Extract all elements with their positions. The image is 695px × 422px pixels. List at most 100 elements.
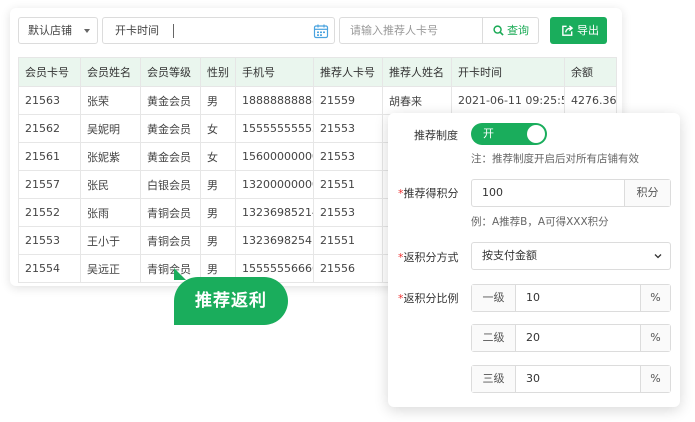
cell-phone: 18888888888 (235, 86, 314, 115)
search-button-label: 查询 (507, 24, 529, 37)
header-gender[interactable]: 性别 (200, 57, 236, 87)
header-referrer-name[interactable]: 推荐人姓名 (382, 57, 452, 87)
store-select[interactable]: 默认店铺 (18, 17, 98, 44)
header-open-time[interactable]: 开卡时间 (451, 57, 565, 87)
cell-phone: 15555555555 (235, 114, 314, 143)
cell-referrer-card: 21553 (313, 142, 383, 171)
level-3-name: 三级 (472, 366, 516, 392)
referral-note: 注：推荐制度开启后对所有店铺有效 (471, 153, 639, 165)
level-3-unit: % (640, 366, 670, 392)
header-balance[interactable]: 余额 (564, 57, 617, 87)
cell-referrer-card: 21553 (313, 198, 383, 227)
method-select[interactable]: 按支付金额 (471, 242, 671, 270)
method-label: *返积分方式 (398, 251, 459, 264)
cell-phone: 13236982541 (235, 226, 314, 255)
export-button[interactable]: 导出 (550, 17, 607, 44)
level-3-value: 30 (526, 372, 540, 385)
referral-settings-panel: 推荐制度 开 注：推荐制度开启后对所有店铺有效 *推荐得积分 100 积分 例：… (388, 113, 680, 407)
points-label: *推荐得积分 (398, 187, 459, 200)
referral-label: 推荐制度 (414, 129, 458, 142)
method-value: 按支付金额 (482, 249, 537, 262)
points-example: 例：A推荐B，A可得XXX积分 (471, 216, 609, 228)
level-2-value: 20 (526, 331, 540, 344)
cell-gender: 男 (200, 86, 236, 115)
open-date-label: 开卡时间 (115, 24, 159, 37)
cell-card-no: 21552 (18, 198, 81, 227)
points-value: 100 (482, 186, 503, 199)
cell-referrer-card: 21559 (313, 86, 383, 115)
cell-member-level: 黄金会员 (140, 86, 201, 115)
header-card-no[interactable]: 会员卡号 (18, 57, 81, 87)
cell-member-level: 青铜会员 (140, 226, 201, 255)
level-2-unit: % (640, 325, 670, 351)
search-icon (493, 25, 504, 36)
cell-phone: 13236985214 (235, 198, 314, 227)
cell-phone: 15600000000 (235, 142, 314, 171)
cell-open-time: 2021-06-11 09:25:50 (451, 86, 565, 115)
cell-member-name: 王小于 (80, 226, 141, 255)
cell-referrer-name: 胡春来 (382, 86, 452, 115)
cell-member-name: 张荣 (80, 86, 141, 115)
chevron-down-icon (654, 254, 662, 259)
cell-referrer-card: 21551 (313, 226, 383, 255)
cell-gender: 女 (200, 114, 236, 143)
cell-gender: 男 (200, 226, 236, 255)
points-input[interactable]: 100 积分 (471, 179, 671, 207)
cell-member-name: 张民 (80, 170, 141, 199)
cell-member-level: 白银会员 (140, 170, 201, 199)
cell-member-name: 张雨 (80, 198, 141, 227)
cell-card-no: 21563 (18, 86, 81, 115)
cell-member-level: 黄金会员 (140, 114, 201, 143)
cell-member-level: 黄金会员 (140, 142, 201, 171)
header-member-name[interactable]: 会员姓名 (80, 57, 141, 87)
referral-rebate-badge: 推荐返利 (174, 277, 288, 325)
level-2-input[interactable]: 二级 20 % (471, 324, 671, 352)
cell-referrer-card: 21553 (313, 114, 383, 143)
ratio-label: *返积分比例 (398, 292, 459, 305)
cell-card-no: 21554 (18, 254, 81, 283)
cell-card-no: 21562 (18, 114, 81, 143)
level-1-name: 一级 (472, 285, 516, 311)
header-phone[interactable]: 手机号 (235, 57, 314, 87)
level-2-name: 二级 (472, 325, 516, 351)
header-referrer-card[interactable]: 推荐人卡号 (313, 57, 383, 87)
cell-referrer-card: 21551 (313, 170, 383, 199)
open-date-range-input[interactable]: 开卡时间 (102, 17, 335, 44)
method-label-text: 返积分方式 (403, 251, 459, 264)
referrer-card-input[interactable] (340, 18, 482, 43)
cell-card-no: 21557 (18, 170, 81, 199)
toggle-text: 开 (483, 127, 494, 140)
cell-gender: 男 (200, 198, 236, 227)
cell-balance: 4276.36 (564, 86, 617, 115)
level-1-unit: % (640, 285, 670, 311)
cell-card-no: 21553 (18, 226, 81, 255)
export-icon (562, 25, 574, 36)
cell-member-name: 吴妮明 (80, 114, 141, 143)
export-button-label: 导出 (577, 24, 599, 37)
store-select-value: 默认店铺 (28, 24, 72, 37)
text-cursor (173, 24, 174, 38)
cell-gender: 女 (200, 142, 236, 171)
points-unit: 积分 (624, 180, 670, 206)
level-1-input[interactable]: 一级 10 % (471, 284, 671, 312)
badge-tail (174, 268, 186, 280)
cell-member-name: 吴远正 (80, 254, 141, 283)
referrer-search-box: 查询 (339, 17, 539, 44)
cell-gender: 男 (200, 170, 236, 199)
cell-referrer-card: 21556 (313, 254, 383, 283)
level-1-value: 10 (526, 291, 540, 304)
table-row[interactable]: 21563 张荣 黄金会员 男 18888888888 21559 胡春来 20… (18, 86, 617, 115)
calendar-icon[interactable] (313, 23, 329, 39)
points-label-text: 推荐得积分 (403, 187, 459, 200)
search-button[interactable]: 查询 (482, 18, 539, 43)
cell-member-level: 青铜会员 (140, 198, 201, 227)
level-3-input[interactable]: 三级 30 % (471, 365, 671, 393)
cell-phone: 13200000000 (235, 170, 314, 199)
toggle-knob (527, 125, 545, 143)
table-header-row: 会员卡号 会员姓名 会员等级 性别 手机号 推荐人卡号 推荐人姓名 开卡时间 余… (18, 57, 617, 87)
cell-card-no: 21561 (18, 142, 81, 171)
chevron-down-icon (84, 29, 90, 33)
header-member-level[interactable]: 会员等级 (140, 57, 201, 87)
referral-toggle[interactable]: 开 (471, 123, 547, 145)
ratio-label-text: 返积分比例 (403, 292, 459, 305)
